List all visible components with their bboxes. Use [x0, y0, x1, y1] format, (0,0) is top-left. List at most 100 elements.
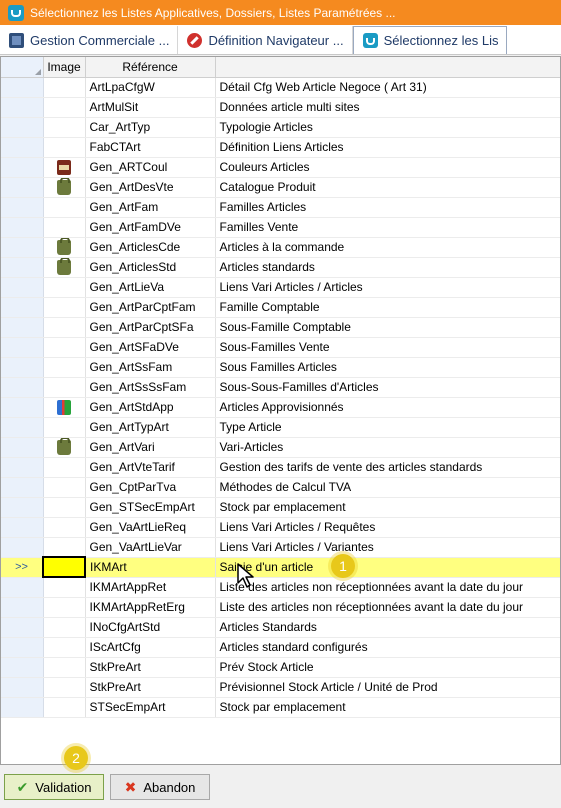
row-selector[interactable]	[1, 497, 44, 518]
reference-cell[interactable]: Gen_ArtSsSsFam	[85, 377, 216, 398]
table-row[interactable]: Gen_ArtTypArt Type Article	[1, 417, 560, 438]
reference-cell[interactable]: Gen_ArtVteTarif	[85, 457, 216, 478]
validation-button[interactable]: ✔ Validation	[4, 774, 104, 800]
reference-cell[interactable]: StkPreArt	[85, 657, 216, 678]
image-cell[interactable]	[43, 237, 86, 258]
reference-cell[interactable]: FabCTArt	[85, 137, 216, 158]
image-cell[interactable]	[43, 477, 86, 498]
row-selector[interactable]	[1, 217, 44, 238]
reference-cell[interactable]: Gen_ArtSsFam	[85, 357, 216, 378]
table-row[interactable]: Gen_ARTCoul Couleurs Articles	[1, 157, 560, 178]
reference-cell[interactable]: Gen_ARTCoul	[85, 157, 216, 178]
table-row[interactable]: Gen_ArtStdApp Articles Approvisionnés	[1, 397, 560, 418]
row-selector[interactable]	[1, 597, 44, 618]
image-cell[interactable]	[43, 137, 86, 158]
table-row[interactable]: Gen_ArtFamDVe Familles Vente	[1, 217, 560, 238]
row-selector[interactable]	[1, 637, 44, 658]
description-cell[interactable]: Détail Cfg Web Article Negoce ( Art 31)	[215, 77, 560, 98]
row-selector[interactable]: >>	[1, 557, 44, 578]
table-row[interactable]: Gen_ArticlesCde Articles à la commande	[1, 237, 560, 258]
description-cell[interactable]: Articles standard configurés	[215, 637, 560, 658]
row-selector[interactable]	[1, 537, 44, 558]
table-row[interactable]: Gen_VaArtLieVar Liens Vari Articles / Var…	[1, 537, 560, 558]
table-row[interactable]: IKMArtAppRet Liste des articles non récep…	[1, 577, 560, 598]
row-selector[interactable]	[1, 437, 44, 458]
row-selector[interactable]	[1, 157, 44, 178]
description-cell[interactable]: Familles Vente	[215, 217, 560, 238]
row-selector[interactable]	[1, 677, 44, 698]
description-cell[interactable]: Stock par emplacement	[215, 497, 560, 518]
description-cell[interactable]: Sous-Famille Comptable	[215, 317, 560, 338]
image-cell[interactable]	[43, 537, 86, 558]
table-row[interactable]: Gen_ArtSFaDVe Sous-Familles Vente	[1, 337, 560, 358]
image-cell[interactable]	[42, 556, 86, 578]
table-row[interactable]: INoCfgArtStd Articles Standards	[1, 617, 560, 638]
reference-cell[interactable]: Gen_ArtTypArt	[85, 417, 216, 438]
table-row[interactable]: STSecEmpArt Stock par emplacement	[1, 697, 560, 718]
row-selector[interactable]	[1, 337, 44, 358]
description-cell[interactable]: Prévisionnel Stock Article / Unité de Pr…	[215, 677, 560, 698]
table-row[interactable]: Gen_ArtVteTarif Gestion des tarifs de ven…	[1, 457, 560, 478]
table-row[interactable]: Gen_ArtLieVa Liens Vari Articles / Articl…	[1, 277, 560, 298]
image-cell[interactable]	[43, 257, 86, 278]
image-cell[interactable]	[43, 337, 86, 358]
description-cell[interactable]: Liens Vari Articles / Articles	[215, 277, 560, 298]
row-selector[interactable]	[1, 317, 44, 338]
row-selector[interactable]	[1, 417, 44, 438]
row-selector[interactable]	[1, 457, 44, 478]
table-row[interactable]: >> IKMArt Saisie d'un article	[1, 556, 560, 578]
row-selector[interactable]	[1, 397, 44, 418]
description-cell[interactable]: Liste des articles non réceptionnées ava…	[215, 597, 560, 618]
description-cell[interactable]: Articles Standards	[215, 617, 560, 638]
description-cell[interactable]: Données article multi sites	[215, 97, 560, 118]
image-cell[interactable]	[43, 77, 86, 98]
reference-cell[interactable]: IKMArtAppRet	[85, 577, 216, 598]
reference-cell[interactable]: IKMArtAppRetErg	[85, 597, 216, 618]
row-selector[interactable]	[1, 137, 44, 158]
table-row[interactable]: Gen_CptParTva Méthodes de Calcul TVA	[1, 477, 560, 498]
reference-cell[interactable]: Gen_ArtDesVte	[85, 177, 216, 198]
row-selector[interactable]	[1, 97, 44, 118]
table-row[interactable]: Gen_VaArtLieReq Liens Vari Articles / Req…	[1, 517, 560, 538]
description-cell[interactable]: Familles Articles	[215, 197, 560, 218]
image-cell[interactable]	[43, 297, 86, 318]
image-cell[interactable]	[43, 217, 86, 238]
description-cell[interactable]: Couleurs Articles	[215, 157, 560, 178]
reference-cell[interactable]: Gen_VaArtLieReq	[85, 517, 216, 538]
image-cell[interactable]	[43, 517, 86, 538]
row-selector[interactable]	[1, 517, 44, 538]
image-cell[interactable]	[43, 497, 86, 518]
image-cell[interactable]	[43, 417, 86, 438]
reference-cell[interactable]: Gen_ArtLieVa	[85, 277, 216, 298]
row-selector[interactable]	[1, 377, 44, 398]
row-selector[interactable]	[1, 237, 44, 258]
reference-cell[interactable]: Gen_ArtFamDVe	[85, 217, 216, 238]
description-cell[interactable]: Sous-Sous-Familles d'Articles	[215, 377, 560, 398]
image-cell[interactable]	[43, 177, 86, 198]
description-cell[interactable]: Méthodes de Calcul TVA	[215, 477, 560, 498]
table-row[interactable]: ArtLpaCfgW Détail Cfg Web Article Negoce …	[1, 77, 560, 98]
reference-cell[interactable]: Gen_ArtParCptSFa	[85, 317, 216, 338]
description-cell[interactable]: Typologie Articles	[215, 117, 560, 138]
row-selector[interactable]	[1, 277, 44, 298]
row-selector[interactable]	[1, 297, 44, 318]
table-row[interactable]: Gen_ArtSsSsFam Sous-Sous-Familles d'Artic…	[1, 377, 560, 398]
row-selector[interactable]	[1, 357, 44, 378]
description-cell[interactable]: Vari-Articles	[215, 437, 560, 458]
description-cell[interactable]: Articles à la commande	[215, 237, 560, 258]
reference-cell[interactable]: Gen_ArticlesStd	[85, 257, 216, 278]
image-cell[interactable]	[43, 397, 86, 418]
list-grid[interactable]: Image Référence ArtLpaCfgW Détail Cfg Web…	[0, 56, 561, 765]
table-row[interactable]: Gen_ArticlesStd Articles standards	[1, 257, 560, 278]
image-cell[interactable]	[43, 597, 86, 618]
reference-cell[interactable]: ArtLpaCfgW	[85, 77, 216, 98]
select-all-corner[interactable]	[1, 57, 44, 78]
image-cell[interactable]	[43, 697, 86, 718]
table-row[interactable]: ArtMulSit Données article multi sites	[1, 97, 560, 118]
reference-cell[interactable]: Gen_STSecEmpArt	[85, 497, 216, 518]
description-cell[interactable]: Sous Familles Articles	[215, 357, 560, 378]
table-row[interactable]: Car_ArtTyp Typologie Articles	[1, 117, 560, 138]
row-selector[interactable]	[1, 697, 44, 718]
description-cell[interactable]: Type Article	[215, 417, 560, 438]
table-row[interactable]: Gen_ArtSsFam Sous Familles Articles	[1, 357, 560, 378]
